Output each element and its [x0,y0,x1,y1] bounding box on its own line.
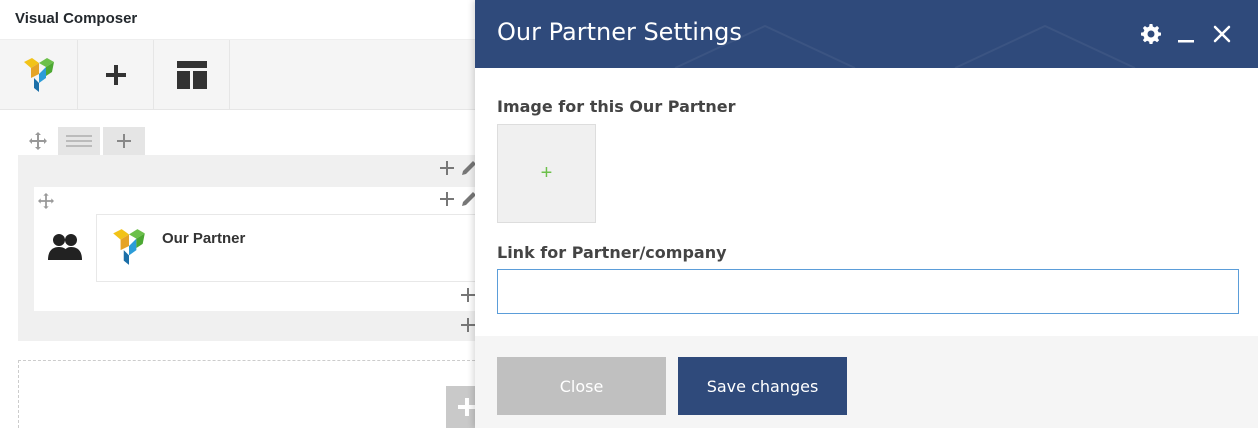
move-icon [29,132,47,150]
image-field-label: Image for this Our Partner [497,97,736,116]
vc-toolbar [0,40,480,110]
vc-header: Visual Composer [0,0,480,40]
templates-button[interactable] [154,40,230,110]
add-image-plus: + [540,162,553,184]
empty-row-dropzone[interactable] [18,360,480,428]
vc-logo-icon [23,58,54,92]
vc-logo-icon [113,229,145,265]
modal-title: Our Partner Settings [497,18,742,46]
template-icon [176,61,207,89]
element-label: Our Partner [162,230,246,247]
add-element-button[interactable] [78,40,154,110]
close-icon [1213,25,1231,43]
minimize-icon [1178,40,1194,43]
image-picker[interactable]: + [497,124,596,223]
row-add-icon[interactable] [440,161,454,175]
row-add-column-button[interactable] [103,127,145,155]
column-move-icon[interactable] [38,193,54,209]
vc-title: Visual Composer [15,10,138,27]
plus-icon [117,134,131,148]
modal-header: Our Partner Settings [475,0,1258,68]
partners-icon [48,234,82,260]
row-controls [18,127,145,155]
gear-icon [1141,24,1161,44]
plus-icon [105,65,126,85]
modal-footer: Close Save changes [475,336,1258,428]
link-input[interactable] [497,269,1239,314]
row-append-icon[interactable] [461,318,475,332]
column-append-icon[interactable] [461,288,475,302]
save-changes-button[interactable]: Save changes [678,357,847,415]
column-add-icon[interactable] [440,192,454,206]
vc-logo-button[interactable] [0,40,78,110]
row-layout-button[interactable] [58,127,100,155]
modal-minimize-button[interactable] [1172,20,1200,48]
link-field-label: Link for Partner/company [497,243,727,262]
visual-composer-panel: Visual Composer Our Partner [0,0,480,428]
plus-icon [458,398,476,416]
row-move-handle[interactable] [18,127,58,155]
modal-close-button[interactable] [1208,20,1236,48]
close-button[interactable]: Close [497,357,666,415]
our-partner-element[interactable] [96,214,480,282]
settings-modal: Our Partner Settings Image for this Our … [475,0,1258,428]
row-layout-icon [66,135,92,147]
modal-settings-button[interactable] [1137,20,1165,48]
